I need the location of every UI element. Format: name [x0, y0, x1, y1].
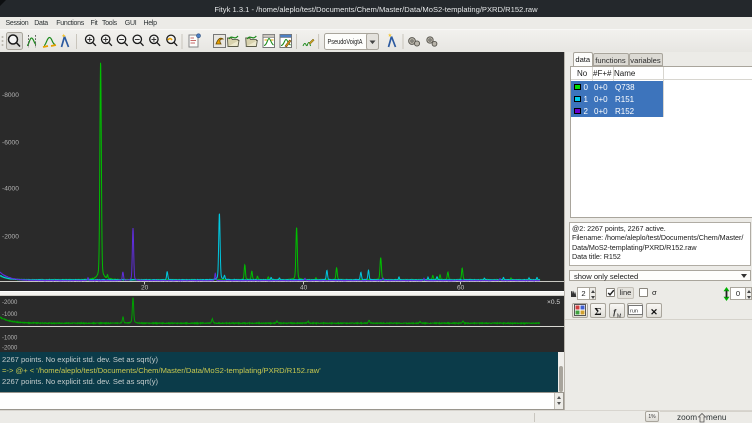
- svg-text:-6000: -6000: [2, 140, 19, 147]
- svg-text:-1000: -1000: [2, 312, 18, 318]
- svg-text:-2000: -2000: [2, 346, 18, 352]
- svg-text:run: run: [630, 308, 638, 314]
- svg-text:-2000: -2000: [2, 300, 18, 306]
- svg-text:×0.5: ×0.5: [547, 299, 560, 306]
- svg-text:PseudoVoigtA: PseudoVoigtA: [328, 37, 363, 46]
- svg-text:-1000: -1000: [2, 336, 18, 342]
- svg-text:-4000: -4000: [2, 186, 19, 193]
- svg-text:-8000: -8000: [2, 92, 19, 99]
- svg-text:-2000: -2000: [2, 234, 19, 241]
